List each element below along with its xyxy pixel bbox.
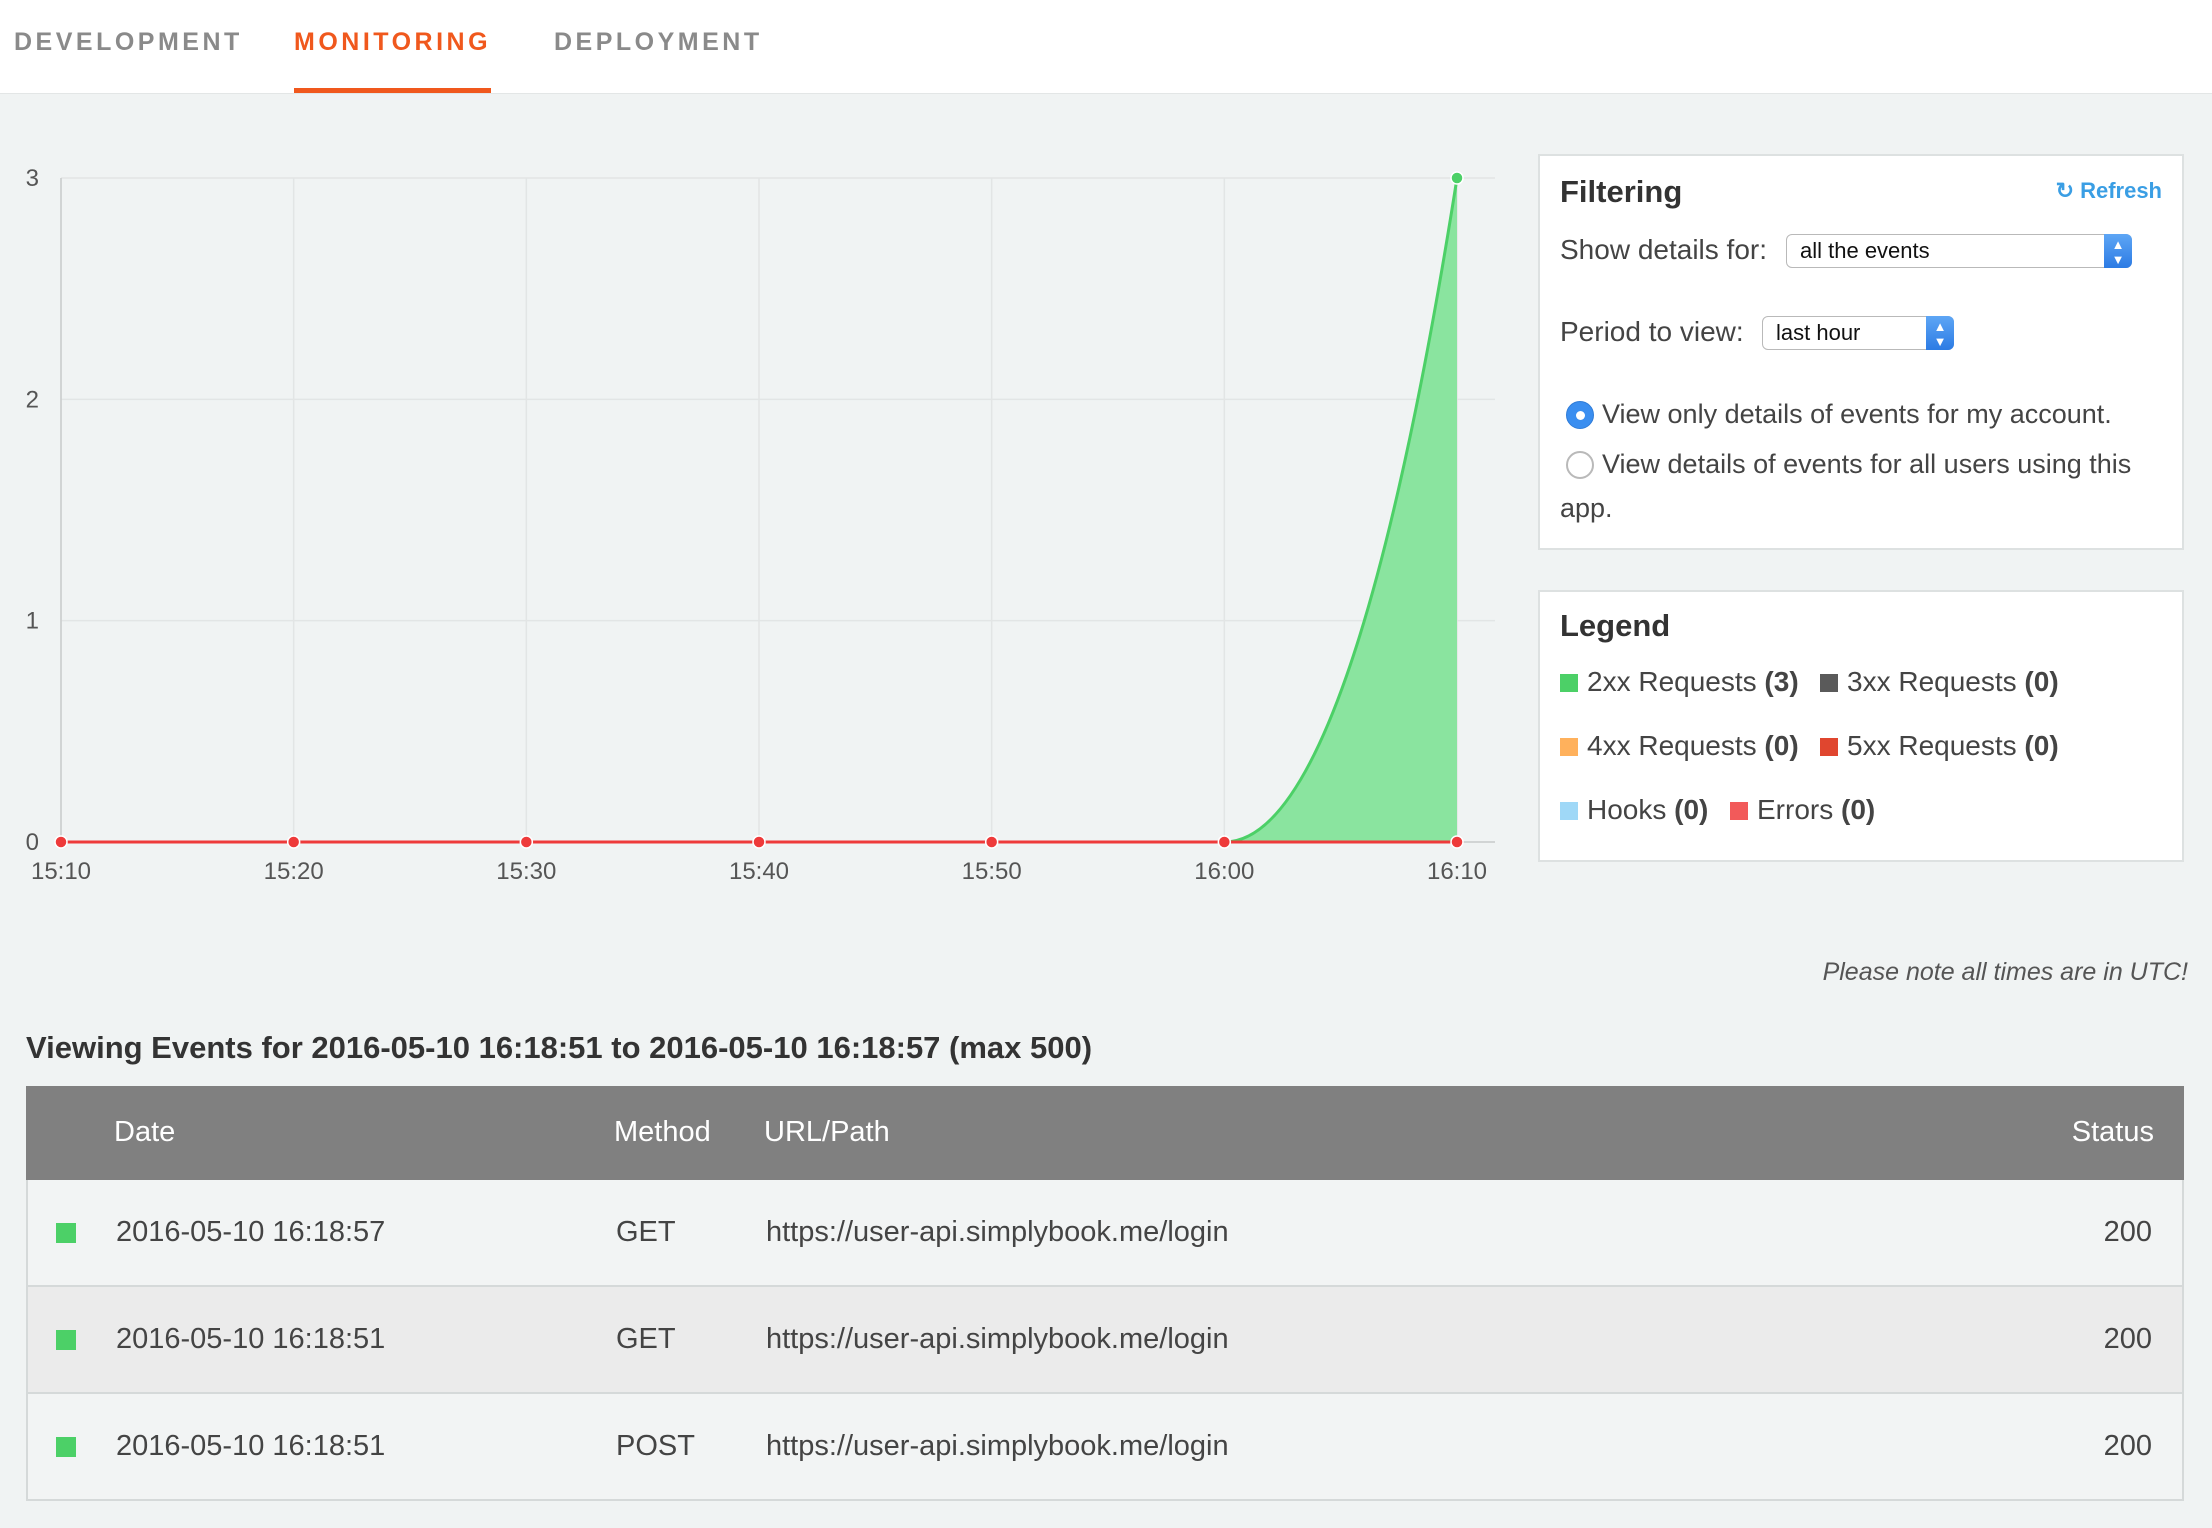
events-title: Viewing Events for 2016-05-10 16:18:51 t… xyxy=(26,1030,1093,1065)
period-value: last hour xyxy=(1776,320,1861,345)
table-row[interactable]: 2016-05-10 16:18:51 GET https://user-api… xyxy=(26,1287,2184,1394)
period-select[interactable]: last hour ▲ ▼ xyxy=(1762,316,1954,350)
row-date: 2016-05-10 16:18:51 xyxy=(116,1323,386,1355)
y-tick-label: 3 xyxy=(26,165,39,192)
legend-5xx: 5xx Requests (0) xyxy=(1820,730,2059,762)
series-errors-point xyxy=(286,835,301,849)
show-details-value: all the events xyxy=(1800,238,1930,263)
x-tick-label: 15:10 xyxy=(31,858,91,885)
row-status: 200 xyxy=(2103,1430,2152,1462)
status-indicator xyxy=(56,1223,76,1243)
row-date: 2016-05-10 16:18:51 xyxy=(116,1430,386,1462)
legend-3xx: 3xx Requests (0) xyxy=(1820,666,2059,698)
x-tick-label: 15:40 xyxy=(729,858,789,885)
refresh-icon: ↻ xyxy=(2055,178,2075,203)
row-url: https://user-api.simplybook.me/login xyxy=(766,1216,1229,1248)
row-status: 200 xyxy=(2103,1323,2152,1355)
legend-title: Legend xyxy=(1560,608,1671,643)
radio-all-label: View details of events for all users usi… xyxy=(1602,449,2132,479)
status-indicator xyxy=(56,1437,76,1457)
tab-development[interactable]: DEVELOPMENT xyxy=(14,28,243,93)
x-tick-label: 15:30 xyxy=(496,858,556,885)
refresh-label: Refresh xyxy=(2080,178,2162,203)
series-errors-point xyxy=(519,835,534,849)
row-url: https://user-api.simplybook.me/login xyxy=(766,1430,1229,1462)
y-tick-label: 1 xyxy=(26,608,39,635)
series-errors-point xyxy=(984,835,999,849)
legend-swatch xyxy=(1560,738,1578,756)
legend-hooks: Hooks (0) xyxy=(1560,794,1708,826)
radio-own-label: View only details of events for my accou… xyxy=(1602,399,2112,429)
show-details-select[interactable]: all the events ▲ ▼ xyxy=(1786,234,2132,268)
y-tick-label: 0 xyxy=(26,829,39,856)
header-url: URL/Path xyxy=(764,1116,890,1148)
status-indicator xyxy=(56,1330,76,1350)
tab-monitoring[interactable]: MONITORING xyxy=(294,28,492,93)
filtering-panel: Filtering ↻ Refresh Show details for: all… xyxy=(1538,154,2184,550)
radio-all-users[interactable] xyxy=(1566,451,1594,479)
tab-deployment[interactable]: DEPLOYMENT xyxy=(554,28,763,93)
legend-panel: Legend 2xx Requests (3) 3xx Requests (0)… xyxy=(1538,590,2184,862)
table-row[interactable]: 2016-05-10 16:18:57 GET https://user-api… xyxy=(26,1180,2184,1287)
legend-swatch xyxy=(1560,674,1578,692)
series-errors-point xyxy=(1450,835,1464,849)
x-tick-label: 16:10 xyxy=(1427,858,1487,885)
header-status: Status xyxy=(2071,1116,2154,1148)
table-row[interactable]: 2016-05-10 16:18:51 POST https://user-ap… xyxy=(26,1394,2184,1501)
legend-errors: Errors (0) xyxy=(1730,794,1875,826)
row-method: GET xyxy=(616,1216,676,1248)
legend-4xx: 4xx Requests (0) xyxy=(1560,730,1799,762)
y-tick-label: 2 xyxy=(26,386,39,413)
radio-own-events[interactable] xyxy=(1566,401,1594,429)
series-errors-point xyxy=(752,835,766,849)
filtering-title: Filtering xyxy=(1560,174,1683,209)
x-tick-label: 15:20 xyxy=(264,858,324,885)
row-date: 2016-05-10 16:18:57 xyxy=(116,1216,386,1248)
series-errors-point xyxy=(54,835,68,849)
events-table: Date Method URL/Path Status 2016-05-10 1… xyxy=(26,1086,2184,1501)
legend-swatch xyxy=(1560,802,1578,820)
select-arrows-icon: ▲ ▼ xyxy=(2104,234,2132,268)
table-header: Date Method URL/Path Status xyxy=(26,1086,2184,1180)
radio-all-label-wrap: app. xyxy=(1560,493,1613,523)
x-tick-label: 15:50 xyxy=(962,858,1022,885)
series-errors-point xyxy=(1217,835,1232,849)
select-arrows-icon: ▲ ▼ xyxy=(1926,316,1954,350)
row-method: POST xyxy=(616,1430,695,1462)
row-status: 200 xyxy=(2103,1216,2152,1248)
series-2xx-point xyxy=(1450,171,1464,185)
requests-chart: 0 1 2 3 15:10 15:20 15:30 15:40 15:50 16:00 16:10 xyxy=(26,165,1495,885)
show-details-label: Show details for: xyxy=(1560,234,1767,265)
row-url: https://user-api.simplybook.me/login xyxy=(766,1323,1229,1355)
top-nav: DEVELOPMENT MONITORING DEPLOYMENT xyxy=(0,0,2212,94)
legend-2xx: 2xx Requests (3) xyxy=(1560,666,1799,698)
row-method: GET xyxy=(616,1323,676,1355)
legend-swatch xyxy=(1730,802,1748,820)
utc-note: Please note all times are in UTC! xyxy=(1822,958,2188,986)
refresh-button[interactable]: ↻ Refresh xyxy=(2056,178,2162,204)
period-label: Period to view: xyxy=(1560,316,1744,347)
header-date: Date xyxy=(114,1116,176,1148)
legend-swatch xyxy=(1820,674,1838,692)
legend-swatch xyxy=(1820,738,1838,756)
header-method: Method xyxy=(614,1116,711,1148)
x-tick-label: 16:00 xyxy=(1194,858,1254,885)
